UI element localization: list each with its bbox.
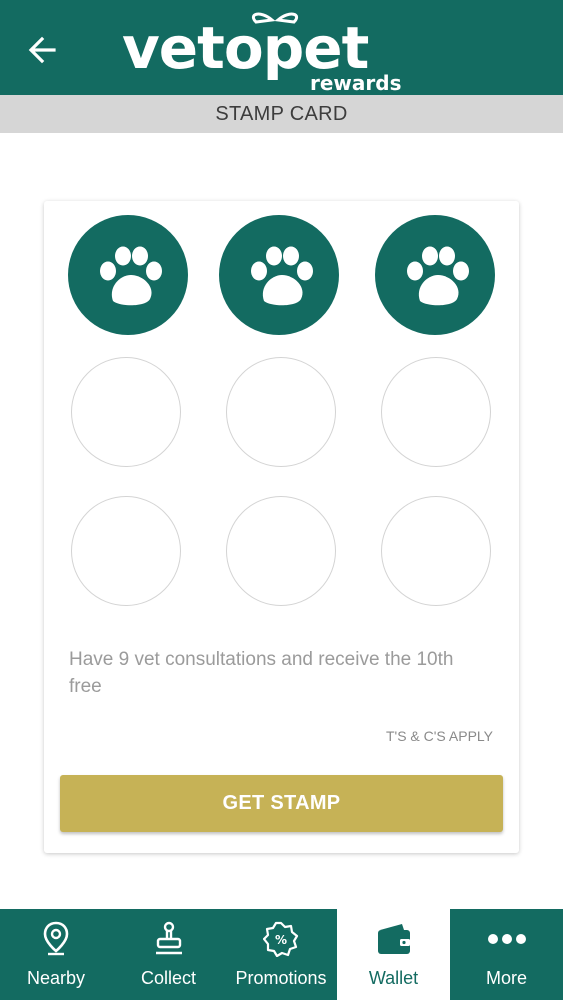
location-pin-icon <box>43 921 69 956</box>
wallet-icon <box>377 924 410 954</box>
svg-text:%: % <box>275 933 287 947</box>
back-arrow-icon <box>28 36 56 64</box>
app-header: vetopet rewards <box>0 0 563 95</box>
stamp-card: Have 9 vet consultations and receive the… <box>44 201 519 853</box>
nav-label: Collect <box>140 968 197 988</box>
stamp-slot-filled <box>68 215 188 335</box>
more-dots-icon <box>487 934 526 944</box>
promotion-badge-icon: % <box>263 921 299 957</box>
paw-icon <box>251 246 313 306</box>
offer-description: Have 9 vet consultations and receive the… <box>69 649 454 697</box>
terms-link[interactable]: T'S & C'S APPLY <box>386 728 493 744</box>
get-stamp-button[interactable]: GET STAMP <box>60 775 503 832</box>
nav-item-promotions[interactable]: % Promotions <box>225 909 337 1000</box>
stamp-slot-empty <box>226 357 336 467</box>
nav-item-wallet[interactable]: Wallet <box>337 909 450 1000</box>
back-button[interactable] <box>22 30 62 70</box>
nav-label: Promotions <box>235 968 327 988</box>
nav-item-more[interactable]: More <box>450 909 563 1000</box>
nav-label: Wallet <box>368 968 419 988</box>
nav-label: Nearby <box>26 968 86 988</box>
stamp-slot-filled <box>375 215 495 335</box>
nav-item-collect[interactable]: Collect <box>112 909 225 1000</box>
svg-text:rewards: rewards <box>310 71 401 94</box>
vetopet-logo: vetopet rewards <box>120 8 440 95</box>
stamp-slot-empty <box>226 496 336 606</box>
nav-item-nearby[interactable]: Nearby <box>0 909 112 1000</box>
nav-label: More <box>485 968 527 988</box>
stamp-slot-empty <box>71 496 181 606</box>
paw-icon <box>407 246 469 306</box>
stamp-slot-empty <box>71 357 181 467</box>
paw-icon <box>100 246 162 306</box>
stamp-slot-empty <box>381 496 491 606</box>
stamp-slot-empty <box>381 357 491 467</box>
bottom-nav: Nearby Collect % Promotions Wallet More <box>0 909 563 1000</box>
page-title: STAMP CARD <box>0 95 563 133</box>
stamp-icon <box>155 921 182 955</box>
stamp-slot-filled <box>219 215 339 335</box>
